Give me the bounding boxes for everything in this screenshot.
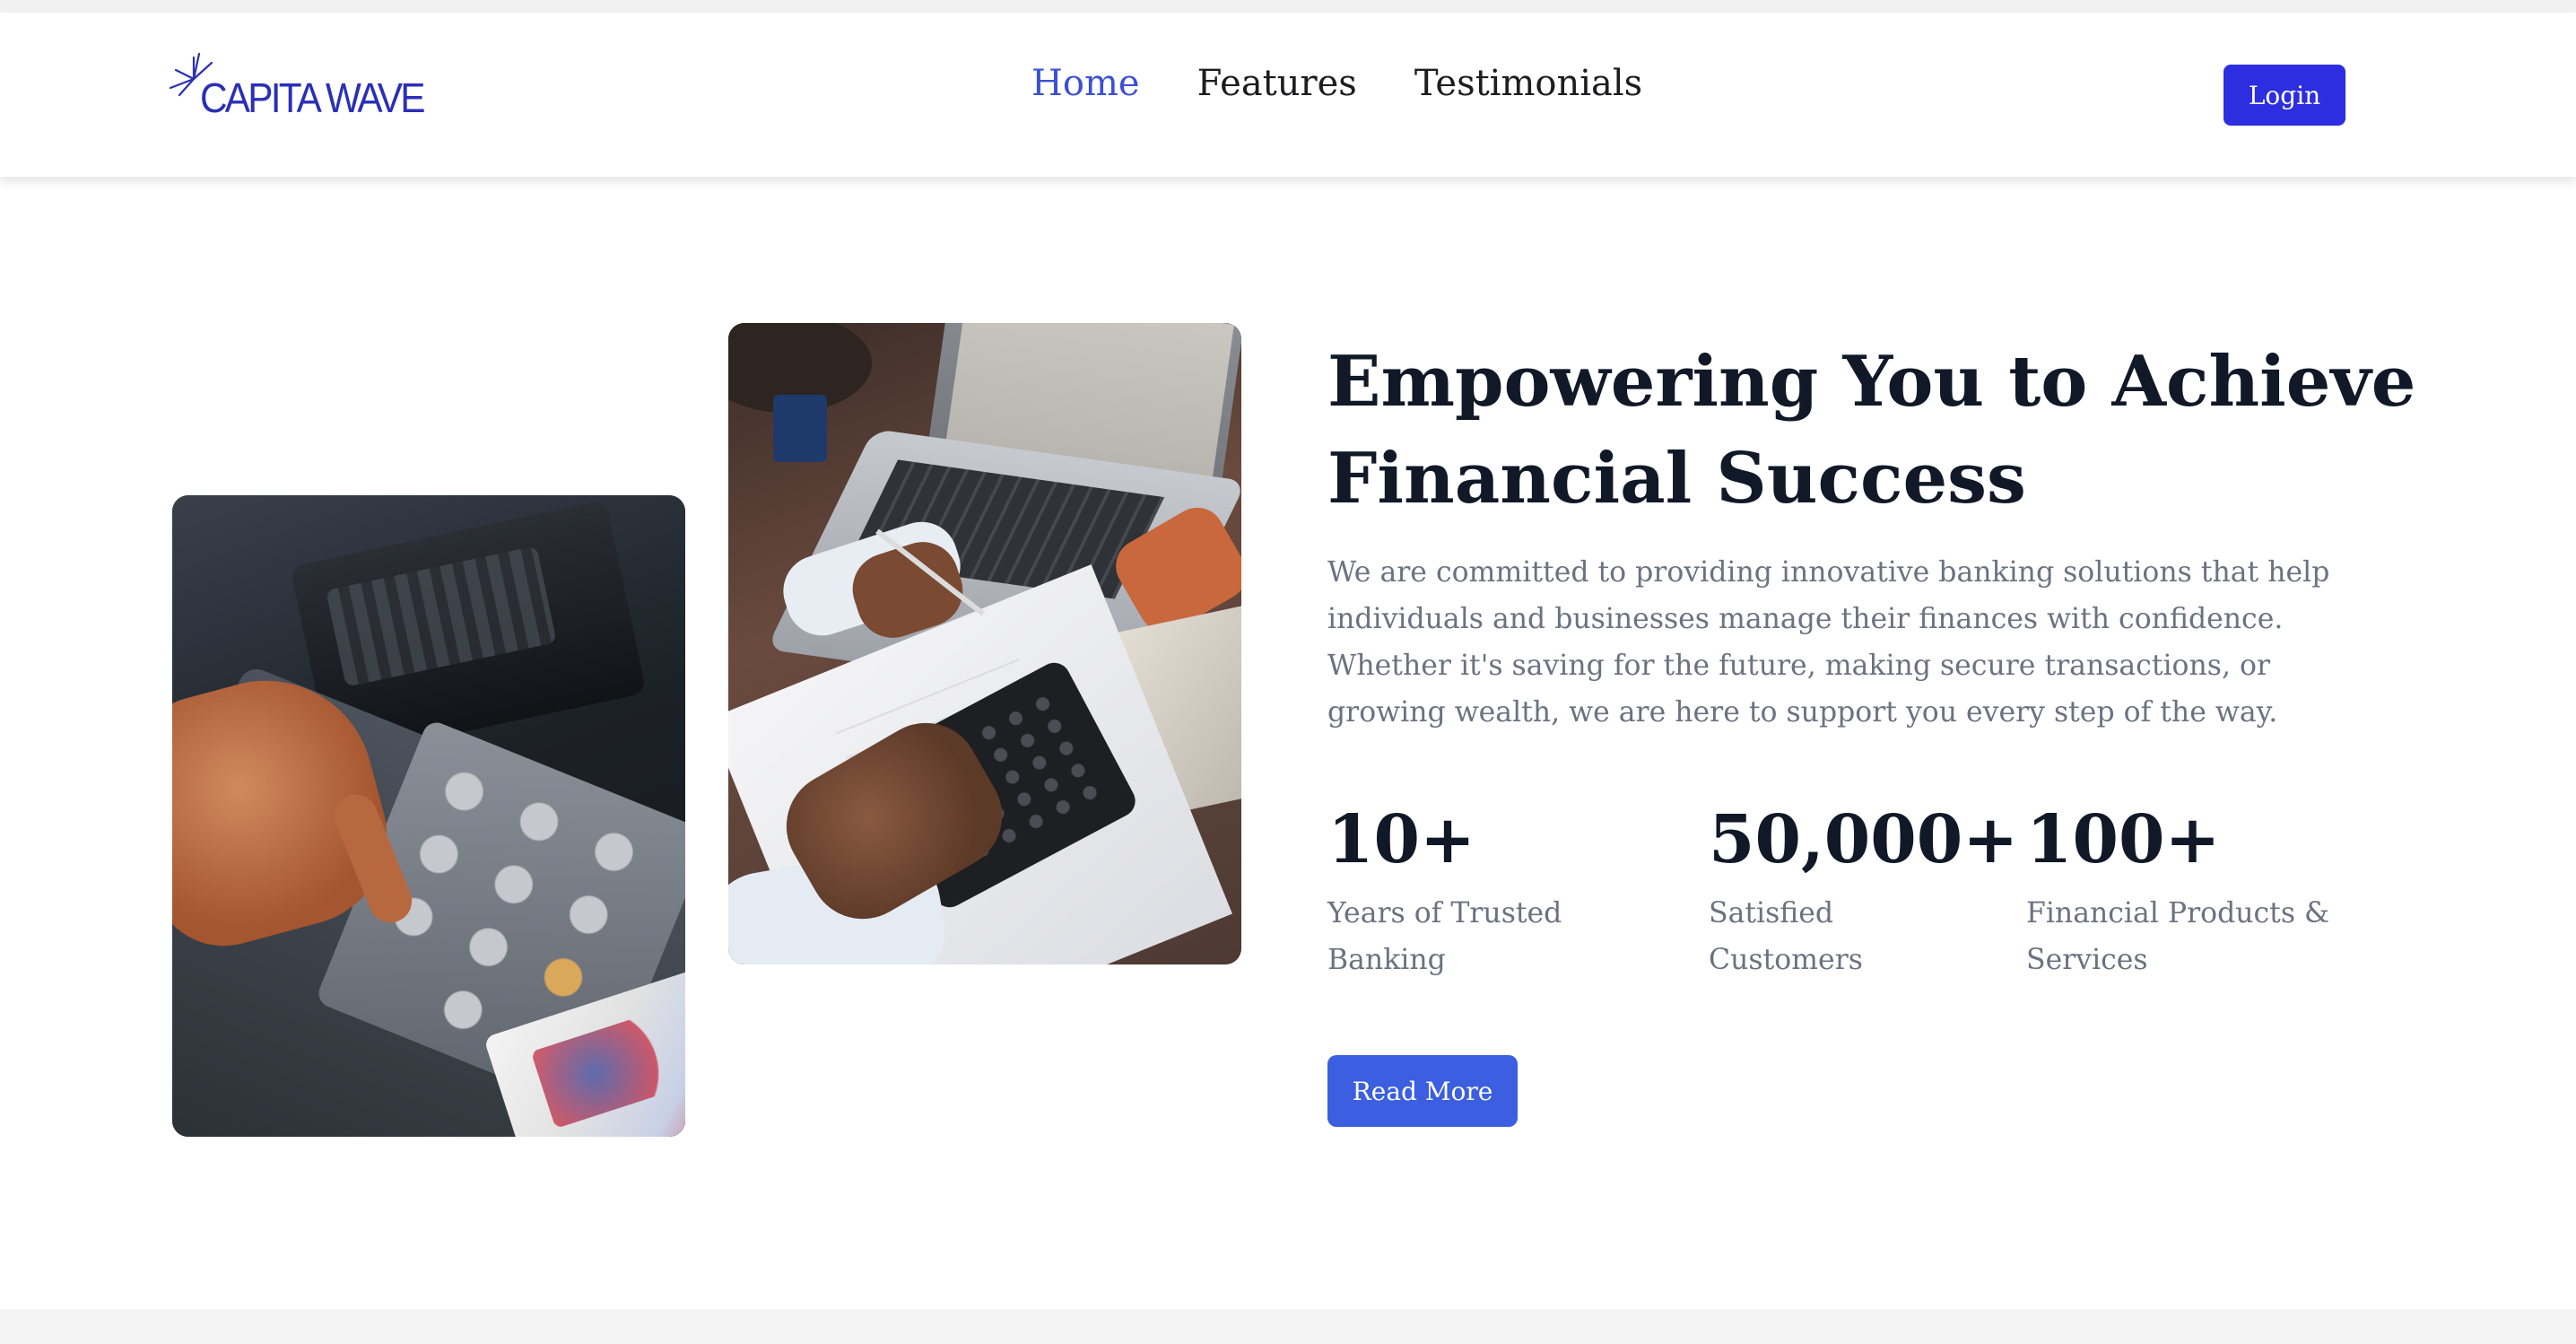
- login-button[interactable]: Login: [2224, 65, 2345, 126]
- stat-label: Years of Trusted Banking: [1327, 897, 1562, 976]
- stat-value: 100+: [2026, 801, 2221, 878]
- stat-value: 10+: [1327, 801, 1475, 878]
- stat-products: 100+ Financial Products & Services: [2026, 795, 2376, 983]
- main-nav: Home Features Testimonials: [1031, 63, 1642, 104]
- read-more-button[interactable]: Read More: [1327, 1055, 1518, 1127]
- nav-home[interactable]: Home: [1031, 63, 1140, 104]
- logo-text: CAPITA WAVE: [200, 74, 425, 121]
- stat-label: Financial Products & Services: [2026, 897, 2330, 976]
- stat-years: 10+ Years of Trusted Banking: [1327, 795, 1597, 983]
- atm-keypad-photo: [172, 495, 685, 1137]
- stat-customers: 50,000+ Satisfied Customers: [1709, 795, 2019, 983]
- stat-value: 50,000+: [1709, 801, 2019, 878]
- site-header: CAPITA WAVE Home Features Testimonials L…: [0, 13, 2576, 177]
- hero-description: We are committed to providing innovative…: [1327, 556, 2330, 729]
- calculator-laptop-photo: [728, 323, 1241, 964]
- logo[interactable]: CAPITA WAVE: [167, 43, 425, 133]
- next-section-edge: [0, 1309, 2576, 1344]
- top-strip: [0, 0, 2576, 13]
- stat-label: Satisfied Customers: [1709, 897, 1863, 976]
- hero-title: Empowering You to Achieve Financial Succ…: [1327, 341, 2416, 519]
- nav-testimonials[interactable]: Testimonials: [1414, 63, 1642, 104]
- nav-features[interactable]: Features: [1197, 63, 1357, 104]
